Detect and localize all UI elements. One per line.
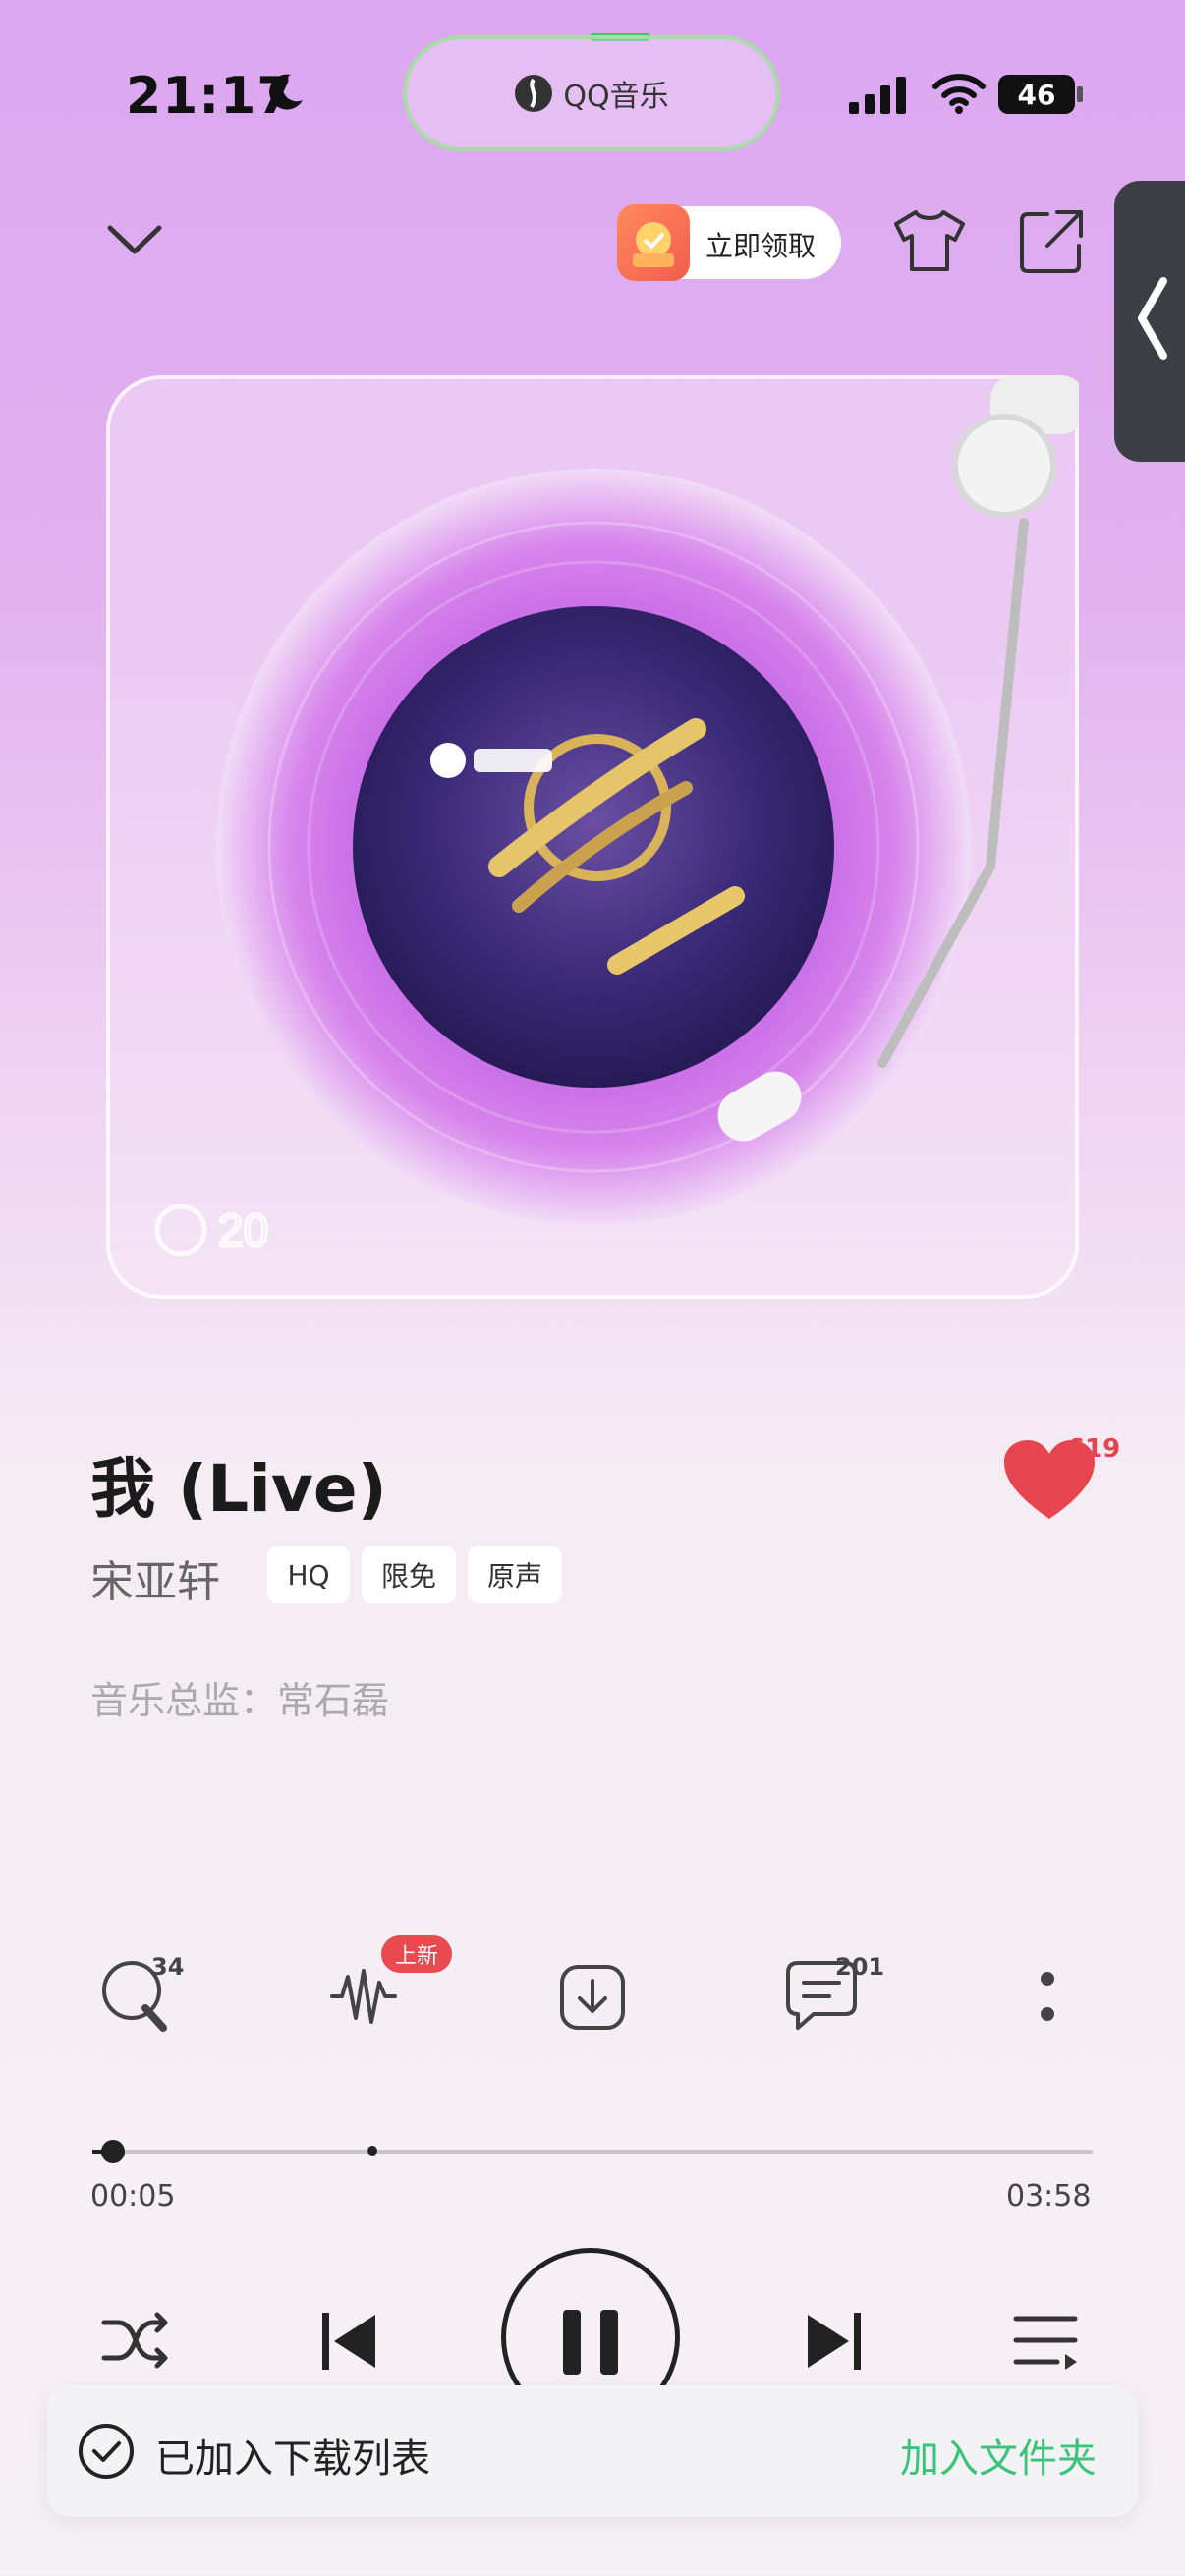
dynamic-island[interactable]: QQ音乐 (403, 35, 780, 151)
toast-message: 已加入下载列表 (155, 2436, 430, 2482)
share-icon[interactable] (1018, 206, 1087, 275)
gift-icon[interactable] (617, 204, 690, 281)
total-time: 03:58 (1006, 2179, 1092, 2213)
artist-name[interactable]: 宋亚轩 (90, 1546, 220, 1609)
check-circle-icon (79, 2424, 134, 2479)
previous-icon[interactable] (320, 2311, 379, 2372)
add-to-folder-button[interactable]: 加入文件夹 (900, 2427, 1097, 2484)
free-tag[interactable]: 限免 (362, 1546, 456, 1603)
song-title: 我 (Live) (90, 1451, 387, 1527)
buffer-marker (367, 2146, 377, 2156)
music-director-credit: 音乐总监：常石磊 (90, 1679, 390, 1722)
chevron-left-icon (1138, 277, 1167, 360)
download-icon[interactable] (558, 1963, 627, 2032)
tshirt-icon[interactable] (892, 208, 967, 273)
playlist-icon[interactable] (1012, 2313, 1081, 2370)
island-label: QQ音乐 (563, 80, 669, 114)
search-count: 34 (151, 1953, 185, 1981)
battery-indicator: 46 (998, 75, 1075, 114)
moon-icon (269, 74, 303, 110)
wifi-icon (932, 74, 986, 114)
qq-music-logo-icon (515, 75, 553, 112)
progress-knob[interactable] (101, 2140, 125, 2163)
svg-text:20: 20 (218, 1204, 268, 1256)
side-drawer-tab[interactable] (1114, 181, 1185, 462)
comment-count: 201 (835, 1953, 885, 1981)
progress-track[interactable] (92, 2150, 1093, 2154)
current-time: 00:05 (90, 2179, 176, 2213)
quality-tag[interactable]: HQ (267, 1546, 350, 1603)
chevron-down-icon[interactable] (106, 222, 163, 257)
next-icon[interactable] (804, 2311, 863, 2372)
shuffle-icon[interactable] (100, 2311, 171, 2370)
battery-tip (1077, 86, 1083, 102)
waveform-icon[interactable] (328, 1965, 399, 2028)
promo-label: 立即领取 (705, 230, 817, 262)
signal-icon (849, 77, 906, 114)
like-count: 619 (1067, 1434, 1121, 1464)
original-tag[interactable]: 原声 (468, 1546, 562, 1603)
more-icon[interactable] (1038, 1969, 1057, 2028)
new-badge: 上新 (381, 1935, 452, 1973)
pause-icon (563, 2310, 618, 2375)
vinyl-record-artwork: 20 (154, 375, 1079, 1258)
